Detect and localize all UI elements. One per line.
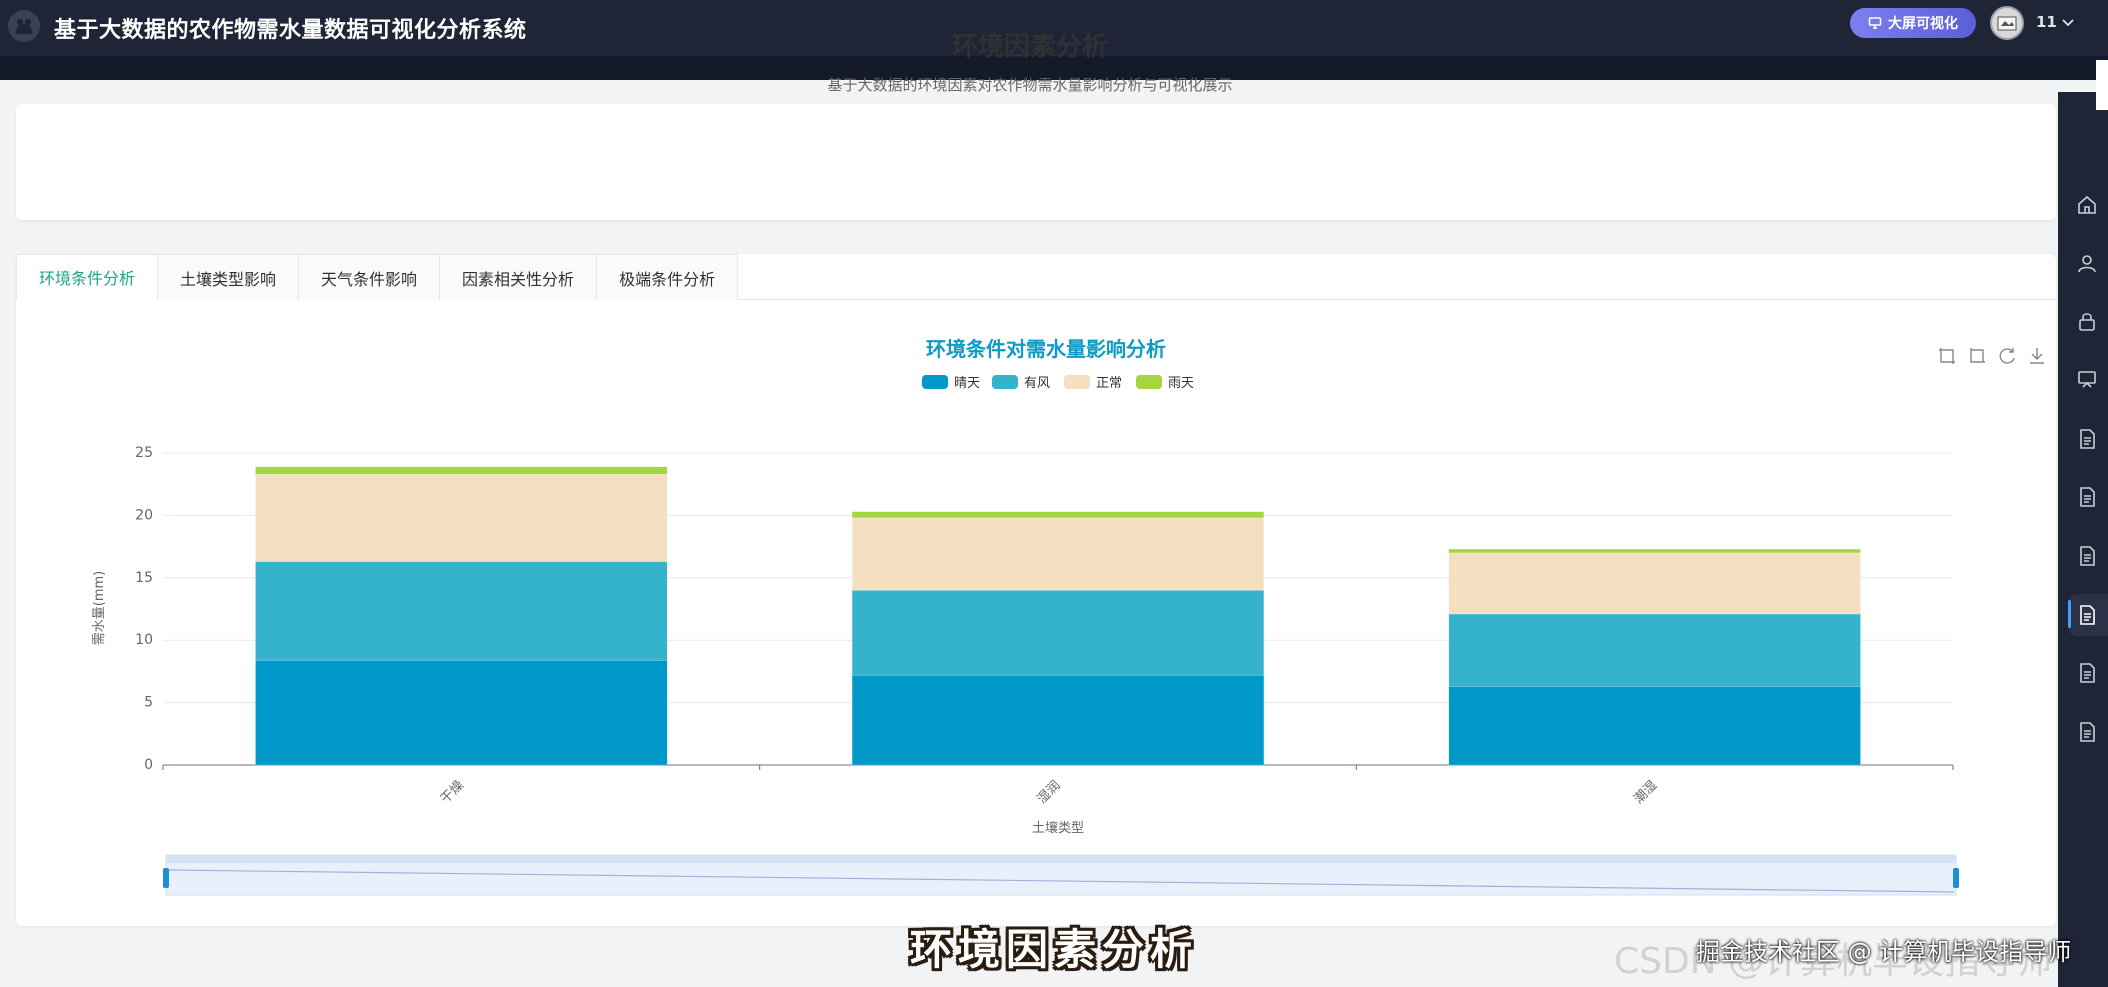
legend-label: 有风: [1024, 376, 1050, 391]
document-icon-active[interactable]: [2076, 604, 2098, 626]
y-tick-label: 0: [144, 757, 153, 773]
page-title: 环境因素分析: [951, 32, 1108, 62]
y-tick-label: 15: [135, 570, 153, 586]
bar-segment: [1448, 613, 1861, 687]
bar-segment: [1448, 686, 1861, 766]
user-icon[interactable]: [2076, 252, 2098, 274]
x-axis-label: 土壤类型: [1032, 820, 1084, 836]
bar-segment: [255, 659, 668, 766]
tab-soil-type[interactable]: 土壤类型影响: [158, 254, 300, 300]
document-icon[interactable]: [2076, 486, 2098, 508]
home-icon[interactable]: [2076, 194, 2098, 216]
y-tick-label: 20: [135, 507, 153, 523]
y-tick-label: 10: [135, 632, 153, 648]
stacked-bar-chart: 环境条件对需水量影响分析 晴天 有风 正常 雨天 0510152025 干燥 湿润 潮湿 …: [92, 337, 1959, 896]
chevron-down-icon[interactable]: [2060, 14, 2076, 30]
bar-segment: [851, 590, 1265, 676]
page-subtitle: 基于大数据的环境因素对农作物需水量影响分析与可视化展示: [827, 76, 1233, 94]
lock-icon[interactable]: [2076, 310, 2098, 332]
x-tick-label: 干燥: [438, 778, 467, 807]
zoom-handle-right[interactable]: [1953, 868, 1959, 888]
document-icon[interactable]: [2076, 428, 2098, 450]
tab-correlation[interactable]: 因素相关性分析: [440, 254, 598, 300]
page-header-card: [16, 104, 2056, 220]
legend-label: 晴天: [954, 376, 980, 391]
legend-swatch: [1136, 375, 1162, 389]
tab-extreme[interactable]: 极端条件分析: [597, 254, 739, 300]
legend-label: 正常: [1096, 376, 1122, 391]
legend-swatch: [922, 375, 948, 389]
bar-segment: [851, 674, 1265, 766]
x-tick-label: 潮湿: [1631, 778, 1660, 807]
zoom-handle-left[interactable]: [163, 868, 169, 888]
y-tick-label: 5: [144, 695, 153, 711]
chart-legend: 晴天 有风 正常 雨天: [922, 375, 1194, 391]
y-tick-label: 25: [135, 445, 153, 461]
document-icon[interactable]: [2076, 721, 2098, 743]
sidebar-active-indicator: [2068, 600, 2071, 628]
bar-segment: [255, 561, 668, 661]
document-icon[interactable]: [2076, 545, 2098, 567]
analysis-tabs: 环境条件分析 土壤类型影响 天气条件影响 因素相关性分析 极端条件分析: [16, 254, 2056, 300]
x-tick-label: 湿润: [1035, 778, 1064, 807]
tab-environment[interactable]: 环境条件分析: [16, 254, 159, 300]
bar-segment: [1448, 548, 1861, 554]
chart-bars: [255, 466, 1861, 766]
chart-title: 环境条件对需水量影响分析: [926, 337, 1166, 361]
y-axis-ticks: 0 5 10 15 20 25: [135, 445, 153, 773]
data-zoom-slider[interactable]: [163, 854, 1959, 896]
bar-segment: [255, 466, 668, 475]
legend-swatch: [992, 375, 1018, 389]
bar-segment: [1448, 552, 1861, 615]
legend-swatch: [1064, 375, 1090, 389]
tab-weather[interactable]: 天气条件影响: [299, 254, 441, 300]
y-axis-label: 需水量(mm): [92, 571, 107, 645]
video-caption: 环境因素分析: [909, 925, 1198, 974]
sidebar-edge: [2096, 60, 2108, 110]
bar-segment: [255, 473, 668, 562]
right-sidebar: [2058, 92, 2108, 987]
document-icon[interactable]: [2076, 662, 2098, 684]
bar-segment: [851, 511, 1265, 519]
bar-segment: [851, 517, 1265, 591]
x-axis-ticks: 干燥 湿润 潮湿: [162, 765, 1954, 807]
legend-label: 雨天: [1168, 376, 1194, 391]
screen-icon[interactable]: [2076, 368, 2098, 390]
